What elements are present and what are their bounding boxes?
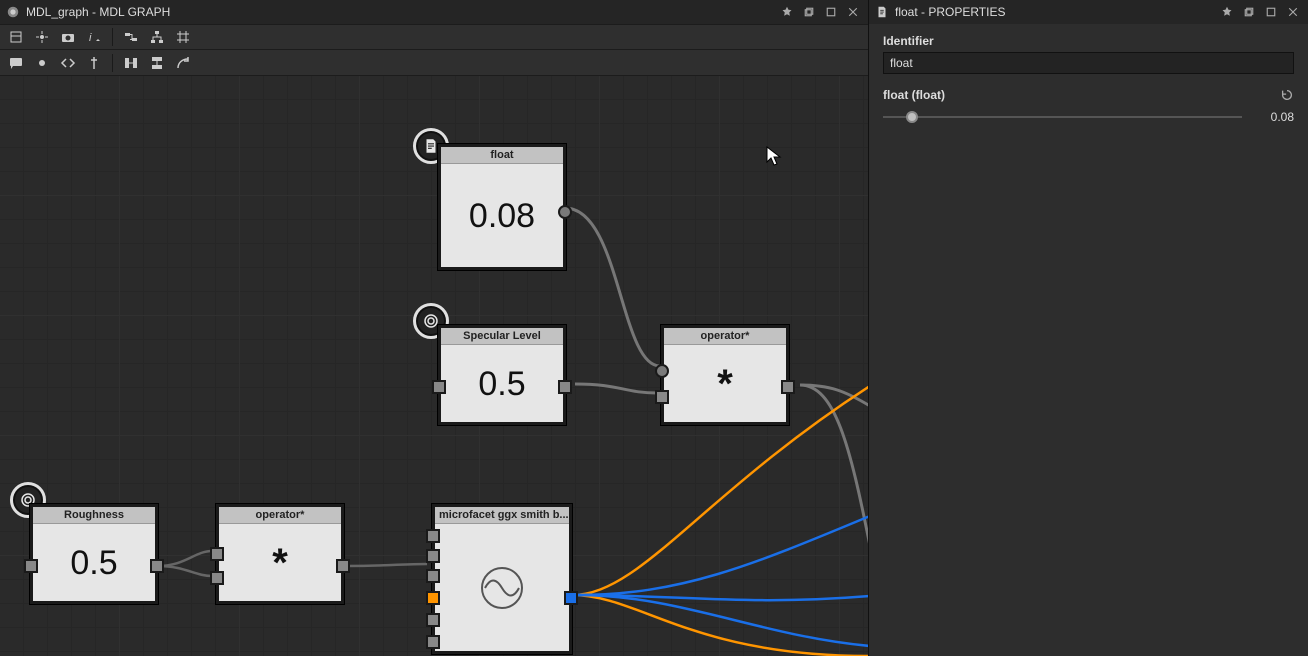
node-float-title: float: [441, 147, 563, 164]
graph-canvas[interactable]: float 0.08 Specular Level 0.5 operator* …: [0, 76, 868, 656]
node-specular-title: Specular Level: [441, 328, 563, 345]
close-icon[interactable]: [1284, 3, 1302, 21]
node-microfacet[interactable]: microfacet ggx smith b...: [432, 504, 572, 654]
reset-icon[interactable]: [1280, 88, 1294, 102]
maximize-icon[interactable]: [822, 3, 840, 21]
node-operator-bottom[interactable]: operator* *: [216, 504, 344, 604]
node-roughness-value: 0.5: [70, 544, 117, 583]
pin-icon[interactable]: [778, 3, 796, 21]
node-float-value: 0.08: [469, 197, 535, 236]
node-roughness-title: Roughness: [33, 507, 155, 524]
info-icon[interactable]: i: [84, 27, 104, 47]
properties-title: float - PROPERTIES: [895, 5, 1005, 19]
close-icon[interactable]: [844, 3, 862, 21]
identifier-label: Identifier: [883, 34, 1294, 48]
maximize-icon[interactable]: [1262, 3, 1280, 21]
node-operator-bottom-glyph: *: [272, 543, 288, 583]
port-in-5[interactable]: [426, 613, 440, 627]
port-in-a[interactable]: [210, 547, 224, 561]
align-h-icon[interactable]: [121, 53, 141, 73]
graph-title: MDL_graph - MDL GRAPH: [26, 5, 170, 19]
restore-icon[interactable]: [1240, 3, 1258, 21]
port-in-6[interactable]: [426, 635, 440, 649]
dock-icon[interactable]: [173, 53, 193, 73]
port-out[interactable]: [564, 591, 578, 605]
align-v-icon[interactable]: [147, 53, 167, 73]
port-in-b[interactable]: [210, 571, 224, 585]
port-in-3[interactable]: [426, 569, 440, 583]
identifier-input[interactable]: [883, 52, 1294, 74]
port-out[interactable]: [558, 380, 572, 394]
restore-icon[interactable]: [800, 3, 818, 21]
frame-icon[interactable]: [32, 53, 52, 73]
comment-icon[interactable]: [6, 53, 26, 73]
node-operator-top[interactable]: operator* *: [661, 325, 789, 425]
node-operator-top-glyph: *: [717, 364, 733, 404]
grid-icon[interactable]: [173, 27, 193, 47]
node-float[interactable]: float 0.08: [438, 144, 566, 270]
port-out[interactable]: [336, 559, 350, 573]
float-value: 0.08: [1254, 110, 1294, 124]
port-out[interactable]: [781, 380, 795, 394]
pin-icon[interactable]: [1218, 3, 1236, 21]
svg-text:i: i: [89, 32, 92, 44]
camera-icon[interactable]: [58, 27, 78, 47]
wave-icon: [479, 565, 525, 611]
hierarchy-icon[interactable]: [147, 27, 167, 47]
port-out[interactable]: [558, 205, 572, 219]
node-specular[interactable]: Specular Level 0.5: [438, 325, 566, 425]
pin-node-icon[interactable]: [84, 53, 104, 73]
node-operator-bottom-title: operator*: [219, 507, 341, 524]
arrange-icon[interactable]: [32, 27, 52, 47]
node-roughness[interactable]: Roughness 0.5: [30, 504, 158, 604]
port-in-4[interactable]: [426, 591, 440, 605]
float-slider[interactable]: [883, 110, 1242, 124]
document-icon: [875, 5, 889, 19]
link-icon[interactable]: [121, 27, 141, 47]
node-specular-value: 0.5: [478, 365, 525, 404]
port-out[interactable]: [150, 559, 164, 573]
collapse-icon[interactable]: [58, 53, 78, 73]
port-in-b[interactable]: [655, 390, 669, 404]
properties-panel: float - PROPERTIES Identifier float (flo…: [868, 0, 1308, 656]
param-label: float (float): [883, 88, 945, 102]
graph-toolbar-1: i: [0, 24, 868, 50]
port-in-a[interactable]: [655, 364, 669, 378]
graph-title-bar: MDL_graph - MDL GRAPH: [0, 0, 868, 24]
graph-toolbar-2: [0, 50, 868, 76]
node-operator-top-title: operator*: [664, 328, 786, 345]
cursor-icon: [766, 146, 782, 166]
properties-title-bar: float - PROPERTIES: [869, 0, 1308, 24]
edit-icon[interactable]: [6, 27, 26, 47]
graph-icon: [6, 5, 20, 19]
port-in[interactable]: [24, 559, 38, 573]
node-microfacet-title: microfacet ggx smith b...: [435, 507, 569, 524]
port-in-2[interactable]: [426, 549, 440, 563]
graph-panel: MDL_graph - MDL GRAPH i: [0, 0, 868, 656]
port-in[interactable]: [432, 380, 446, 394]
port-in-1[interactable]: [426, 529, 440, 543]
